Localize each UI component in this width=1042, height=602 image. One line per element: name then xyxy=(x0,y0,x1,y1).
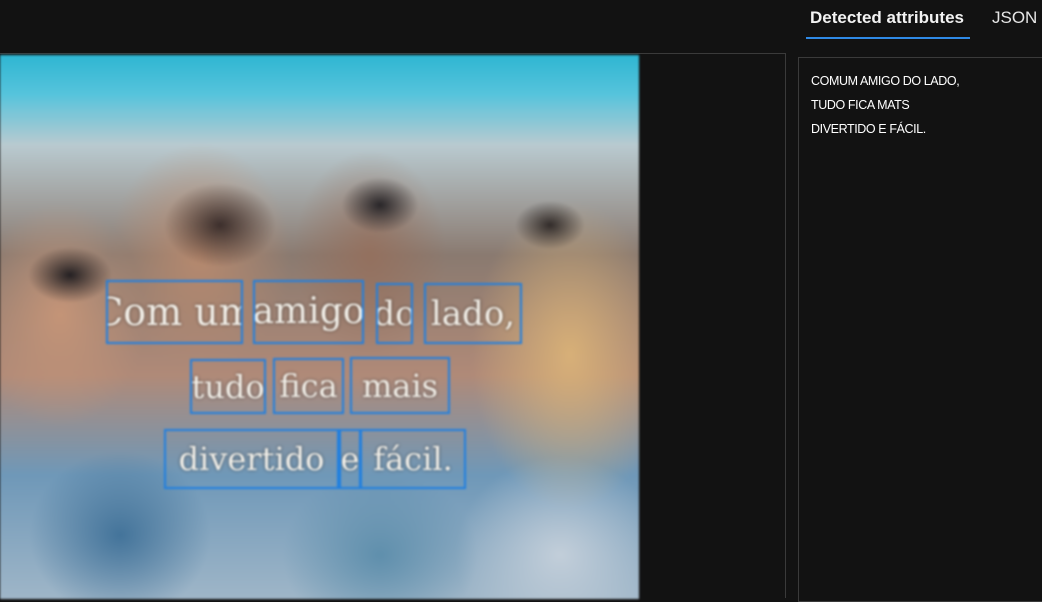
detected-text-line: TUDO FICA MATS xyxy=(811,98,910,112)
detected-text-line: COMUM AMIGO DO LADO, xyxy=(811,74,960,88)
ocr-word-box[interactable]: tudo xyxy=(190,359,266,414)
ocr-word-box[interactable]: e xyxy=(339,429,361,489)
ocr-word-box[interactable]: fica xyxy=(273,358,344,414)
ocr-word-box[interactable]: amigo xyxy=(253,280,364,344)
detected-text-panel: COMUM AMIGO DO LADO, TUDO FICA MATS DIVE… xyxy=(798,57,1042,602)
top-bar: Detected attributes JSON xyxy=(0,0,1042,54)
tab-strip: Detected attributes JSON xyxy=(806,0,1037,40)
ocr-word-box[interactable]: do xyxy=(376,283,413,344)
ocr-word-box[interactable]: mais xyxy=(350,357,450,414)
analyzed-photo: Com um amigo do lado, tudo fica mais div… xyxy=(0,55,639,599)
image-panel: Com um amigo do lado, tudo fica mais div… xyxy=(0,53,786,599)
ocr-word-box[interactable]: Com um xyxy=(106,280,243,344)
detected-text-line: DIVERTIDO E FÁCIL. xyxy=(811,122,926,136)
ocr-word-box[interactable]: lado, xyxy=(424,283,522,344)
ocr-word-box[interactable]: fácil. xyxy=(360,429,466,489)
tab-json[interactable]: JSON xyxy=(992,0,1037,39)
tab-detected-attributes[interactable]: Detected attributes xyxy=(806,0,970,39)
ocr-word-box[interactable]: divertido xyxy=(164,429,339,489)
